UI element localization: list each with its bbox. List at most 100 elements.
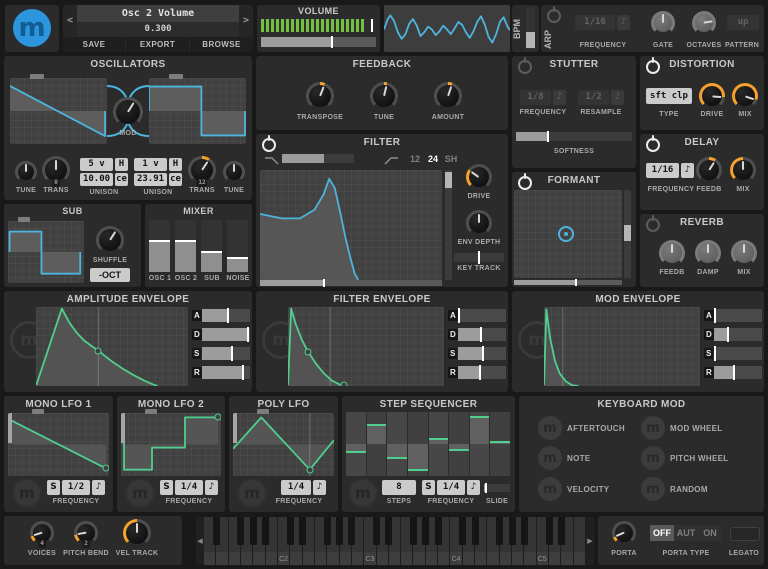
filter-drive-knob[interactable] bbox=[466, 164, 492, 190]
step-sequencer-display[interactable] bbox=[346, 412, 511, 476]
mod-decay-slider[interactable] bbox=[714, 328, 762, 341]
filter-env-depth-knob[interactable] bbox=[466, 210, 492, 236]
stutter-softness-slider[interactable] bbox=[516, 132, 632, 141]
reverb-feedback-knob[interactable] bbox=[659, 240, 685, 266]
amp-attack-slider[interactable] bbox=[202, 309, 250, 322]
aftertouch-mod-source-icon[interactable]: m bbox=[538, 416, 562, 440]
mixer-noise-slider[interactable] bbox=[227, 220, 248, 272]
lfo2-display[interactable] bbox=[121, 413, 221, 476]
patch-next-button[interactable]: > bbox=[239, 5, 253, 37]
arp-octaves-knob[interactable] bbox=[692, 11, 716, 35]
stepseq-mod-source-icon[interactable]: m bbox=[348, 478, 378, 508]
poly-lfo-mod-source-icon[interactable]: m bbox=[237, 478, 267, 508]
patch-name[interactable]: Osc 2 Volume bbox=[77, 5, 239, 22]
delay-frequency-note-icon[interactable]: ♪ bbox=[681, 163, 694, 178]
mod-env-display[interactable] bbox=[544, 307, 700, 386]
osc2-unison-voices[interactable]: 1 v bbox=[134, 158, 167, 171]
mod-sustain-slider[interactable] bbox=[714, 347, 762, 360]
lfo1-amp-handle[interactable] bbox=[8, 413, 12, 443]
pitch-bend-knob[interactable]: 2 bbox=[74, 521, 98, 545]
filter-cutoff-slider[interactable] bbox=[260, 280, 442, 286]
sub-octave-button[interactable]: -OCT bbox=[90, 268, 130, 282]
stepseq-frequency-select[interactable]: 1/4 bbox=[437, 480, 465, 495]
lfo2-frequency-select[interactable]: 1/4 bbox=[175, 480, 203, 495]
arp-power-icon[interactable] bbox=[547, 9, 561, 23]
delay-mix-knob[interactable] bbox=[730, 157, 756, 183]
export-button[interactable]: EXPORT bbox=[126, 37, 189, 52]
mod-release-slider[interactable] bbox=[714, 366, 762, 379]
amp-decay-slider[interactable] bbox=[202, 328, 250, 341]
sub-shuffle-knob[interactable] bbox=[96, 226, 124, 254]
stepseq-note-icon[interactable]: ♪ bbox=[467, 480, 480, 495]
keyboard-keys[interactable]: C2C3C4C5 bbox=[204, 517, 586, 565]
stutter-frequency-select[interactable]: 1/8 bbox=[520, 90, 551, 105]
poly-lfo-note-icon[interactable]: ♪ bbox=[313, 480, 326, 495]
piano-keyboard[interactable]: ◀ C2C3C4C5 ▶ bbox=[196, 517, 594, 565]
filter-key-track-slider[interactable] bbox=[454, 253, 504, 262]
formant-y-slider[interactable] bbox=[624, 190, 631, 278]
porta-type-off-button[interactable]: OFF bbox=[650, 525, 674, 541]
filter-sustain-slider[interactable] bbox=[458, 347, 506, 360]
amp-release-slider[interactable] bbox=[202, 366, 250, 379]
filter-blend-slider[interactable] bbox=[282, 154, 354, 163]
lfo2-mod-source-icon[interactable]: m bbox=[125, 478, 155, 508]
stepseq-sync-icon[interactable]: S bbox=[422, 480, 435, 495]
distortion-type-select[interactable]: sft clp bbox=[646, 88, 692, 104]
distortion-drive-knob[interactable] bbox=[699, 83, 725, 109]
lfo2-sync-icon[interactable]: S bbox=[160, 480, 173, 495]
filter-decay-slider[interactable] bbox=[458, 328, 506, 341]
osc-mod-knob[interactable] bbox=[113, 97, 143, 127]
mod-attack-slider[interactable] bbox=[714, 309, 762, 322]
save-button[interactable]: SAVE bbox=[63, 37, 125, 52]
feedback-amount-knob[interactable] bbox=[434, 82, 462, 110]
mixer-osc1-slider[interactable] bbox=[149, 220, 170, 272]
filter-resonance-slider[interactable] bbox=[445, 170, 452, 280]
osc1-trans-knob[interactable]: 0 bbox=[42, 156, 70, 184]
lfo2-phase-handle[interactable] bbox=[145, 409, 157, 414]
osc1-unison-detune[interactable]: 10.00 bbox=[80, 173, 113, 186]
filter-response-display[interactable] bbox=[260, 170, 442, 280]
lfo1-display[interactable] bbox=[8, 413, 109, 476]
filter-env-display[interactable] bbox=[288, 307, 444, 386]
formant-x-slider[interactable] bbox=[514, 280, 622, 285]
stepseq-slide-slider[interactable] bbox=[484, 484, 510, 492]
note-mod-source-icon[interactable]: m bbox=[538, 446, 562, 470]
lfo1-mod-source-icon[interactable]: m bbox=[12, 478, 42, 508]
feedback-tune-knob[interactable] bbox=[370, 82, 398, 110]
filter-attack-slider[interactable] bbox=[458, 309, 506, 322]
poly-lfo-display[interactable] bbox=[233, 413, 334, 476]
delay-frequency-select[interactable]: 1/16 bbox=[646, 163, 679, 178]
amp-env-display[interactable] bbox=[36, 307, 188, 386]
bpm-slider[interactable] bbox=[526, 7, 535, 50]
filter-24db-button[interactable]: 24 bbox=[424, 151, 442, 167]
keyboard-scroll-left-icon[interactable]: ◀ bbox=[196, 517, 204, 565]
velocity-mod-source-icon[interactable]: m bbox=[538, 477, 562, 501]
browse-button[interactable]: BROWSE bbox=[190, 37, 253, 52]
osc1-unison-harmonize[interactable]: H bbox=[115, 158, 128, 171]
stutter-frequency-note-icon[interactable]: ♪ bbox=[553, 90, 566, 105]
porta-type-on-button[interactable]: ON bbox=[698, 525, 722, 541]
porta-knob[interactable] bbox=[612, 521, 636, 545]
pitch-wheel-mod-source-icon[interactable]: m bbox=[641, 446, 665, 470]
osc2-unison-harmonize[interactable]: H bbox=[169, 158, 182, 171]
porta-type-auto-button[interactable]: AUT bbox=[674, 525, 698, 541]
filter-release-slider[interactable] bbox=[458, 366, 506, 379]
arp-gate-knob[interactable] bbox=[651, 11, 675, 35]
lfo1-note-icon[interactable]: ♪ bbox=[92, 480, 105, 495]
stutter-resample-note-icon[interactable]: ♪ bbox=[611, 90, 624, 105]
osc2-trans-knob[interactable]: 12 bbox=[188, 156, 216, 184]
arp-frequency-note-icon[interactable]: ♪ bbox=[617, 15, 630, 30]
reverb-damp-knob[interactable] bbox=[695, 240, 721, 266]
filter-shelf-button[interactable]: SH bbox=[442, 151, 460, 167]
legato-toggle[interactable] bbox=[730, 527, 760, 541]
mixer-osc2-slider[interactable] bbox=[175, 220, 196, 272]
poly-lfo-frequency-select[interactable]: 1/4 bbox=[281, 480, 311, 495]
mod-wheel-mod-source-icon[interactable]: m bbox=[641, 416, 665, 440]
osc1-tune-knob[interactable] bbox=[15, 161, 37, 183]
lfo1-frequency-select[interactable]: 1/2 bbox=[62, 480, 90, 495]
poly-lfo-amp-handle[interactable] bbox=[233, 413, 237, 443]
stepseq-steps-select[interactable]: 8 bbox=[382, 480, 416, 495]
feedback-transpose-knob[interactable] bbox=[306, 82, 334, 110]
delay-feedback-knob[interactable] bbox=[696, 157, 722, 183]
osc1-waveform-display[interactable] bbox=[10, 78, 107, 144]
